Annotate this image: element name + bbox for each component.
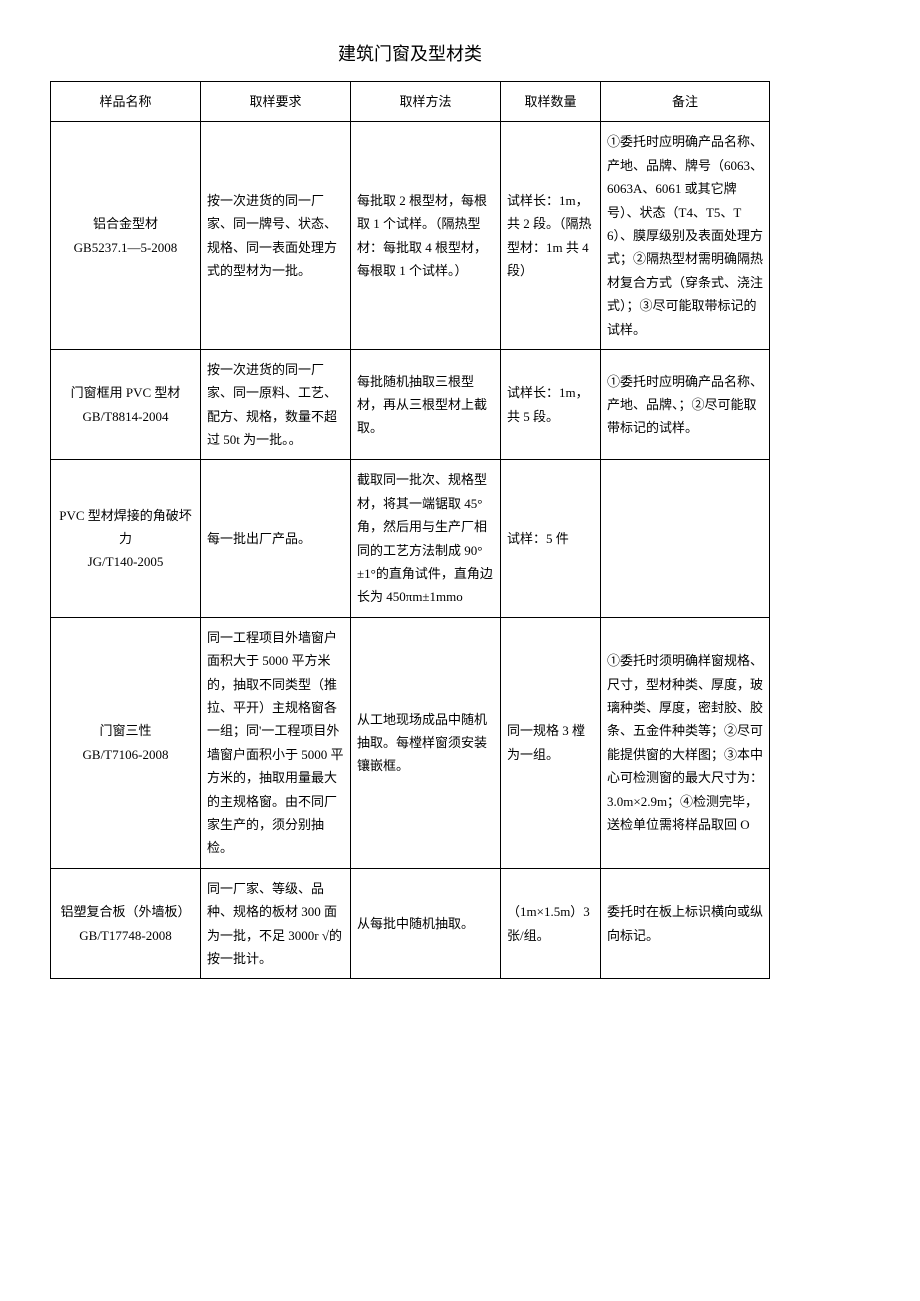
header-req: 取样要求 [201,82,351,122]
page-title: 建筑门窗及型材类 [50,40,770,66]
cell-name: PVC 型材焊接的角破坏力JG/T140-2005 [51,460,201,617]
cell-method: 每批取 2 根型材，每根取 1 个试样。（隔热型材：每批取 4 根型材，每根取 … [351,122,501,350]
cell-qty: （1m×1.5m）3 张/组。 [501,868,601,979]
table-row: 铝合金型材GB5237.1—5-2008 按一次进货的同一厂家、同一牌号、状态、… [51,122,770,350]
cell-note [601,460,770,617]
cell-req: 同一厂家、等级、品种、规格的板材 300 面为一批，不足 3000r √的按一批… [201,868,351,979]
table-header-row: 样品名称 取样要求 取样方法 取样数量 备注 [51,82,770,122]
cell-note: 委托时在板上标识横向或纵向标记。 [601,868,770,979]
cell-req: 按一次进货的同一厂家、同一原料、工艺、配方、规格，数量不超过 50t 为一批。。 [201,349,351,460]
main-table: 样品名称 取样要求 取样方法 取样数量 备注 铝合金型材GB5237.1—5-2… [50,81,770,979]
header-method: 取样方法 [351,82,501,122]
cell-note: ①委托时须明确样窗规格、尺寸，型材种类、厚度，玻璃种类、厚度，密封胶、胶条、五金… [601,617,770,868]
cell-note: ①委托时应明确产品名称、产地、品牌、牌号（6063、6063A、6061 或其它… [601,122,770,350]
cell-method: 截取同一批次、规格型材，将其一端锯取 45°角，然后用与生产厂相同的工艺方法制成… [351,460,501,617]
cell-name: 铝合金型材GB5237.1—5-2008 [51,122,201,350]
table-row: 门窗三性GB/T7106-2008 同一工程项目外墙窗户面积大于 5000 平方… [51,617,770,868]
cell-name: 铝塑复合板（外墙板）GB/T17748-2008 [51,868,201,979]
cell-note: ①委托时应明确产品名称、产地、品牌、；②尽可能取带标记的试样。 [601,349,770,460]
header-qty: 取样数量 [501,82,601,122]
cell-req: 每一批出厂产品。 [201,460,351,617]
cell-qty: 试样长：1m，共 2 段。（隔热型材：1m 共 4 段） [501,122,601,350]
cell-qty: 试样：5 件 [501,460,601,617]
header-name: 样品名称 [51,82,201,122]
cell-qty: 同一规格 3 樘为一组。 [501,617,601,868]
cell-qty: 试样长：1m，共 5 段。 [501,349,601,460]
table-row: PVC 型材焊接的角破坏力JG/T140-2005 每一批出厂产品。 截取同一批… [51,460,770,617]
cell-name: 门窗框用 PVC 型材GB/T8814-2004 [51,349,201,460]
table-row: 门窗框用 PVC 型材GB/T8814-2004 按一次进货的同一厂家、同一原料… [51,349,770,460]
cell-name: 门窗三性GB/T7106-2008 [51,617,201,868]
table-row: 铝塑复合板（外墙板）GB/T17748-2008 同一厂家、等级、品种、规格的板… [51,868,770,979]
cell-req: 按一次进货的同一厂家、同一牌号、状态、规格、同一表面处理方式的型材为一批。 [201,122,351,350]
cell-method: 从工地现场成品中随机抽取。每樘样窗须安装镶嵌框。 [351,617,501,868]
cell-method: 每批随机抽取三根型材，再从三根型材上截取。 [351,349,501,460]
cell-method: 从每批中随机抽取。 [351,868,501,979]
header-note: 备注 [601,82,770,122]
cell-req: 同一工程项目外墙窗户面积大于 5000 平方米的，抽取不同类型（推拉、平开）主规… [201,617,351,868]
